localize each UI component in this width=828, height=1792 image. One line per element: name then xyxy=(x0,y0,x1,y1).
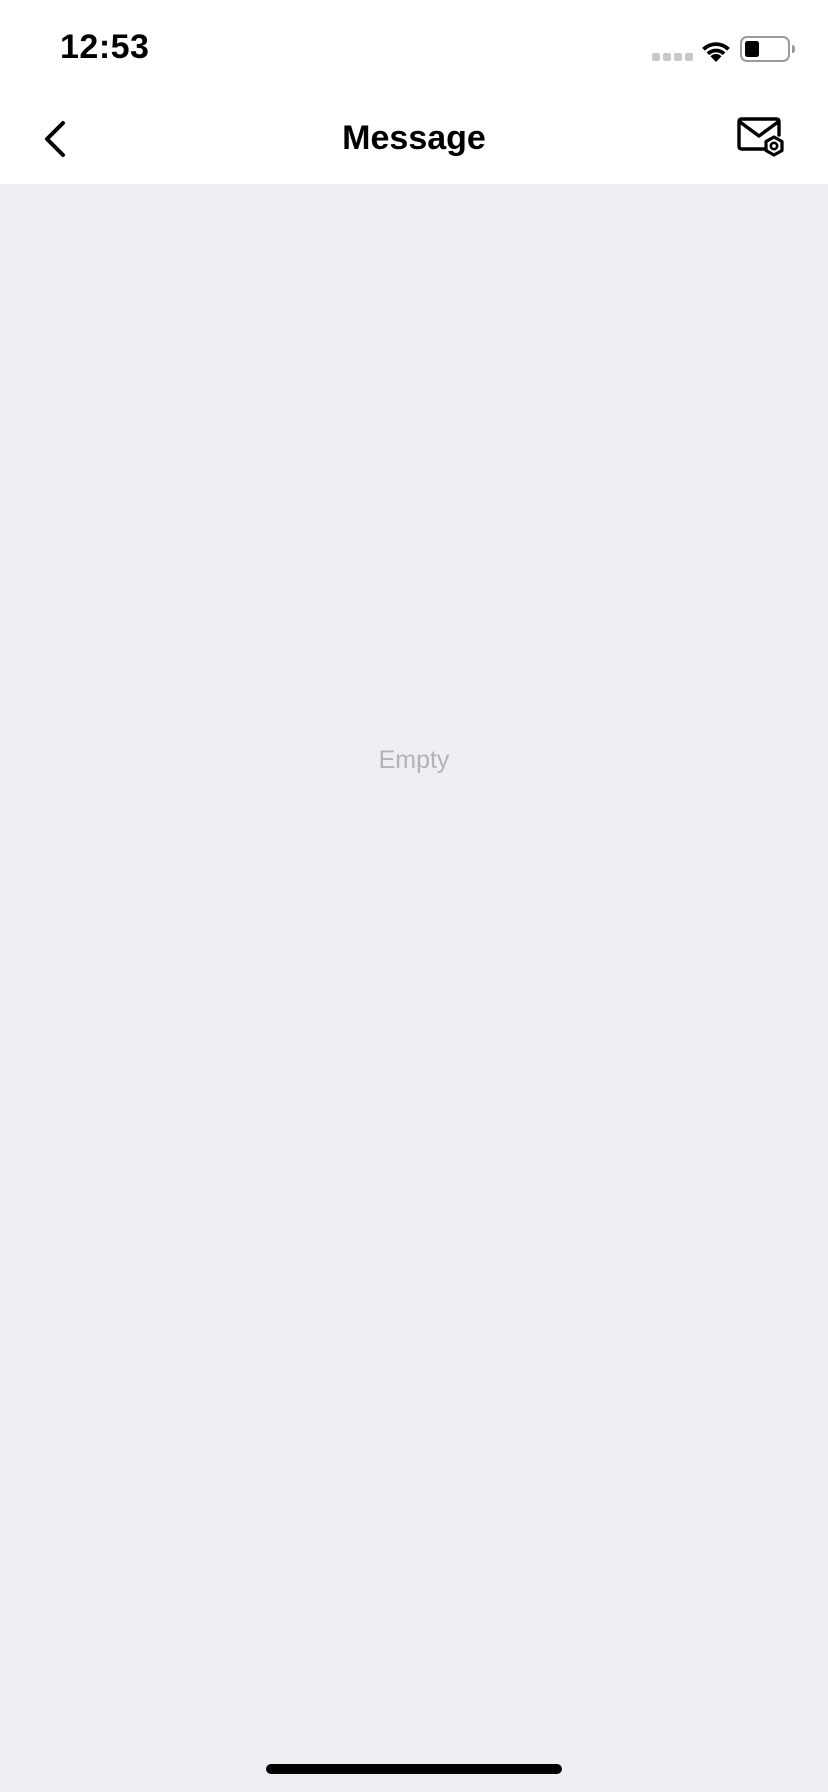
status-time: 12:53 xyxy=(60,28,150,66)
navigation-bar: Message xyxy=(0,95,828,184)
battery-icon xyxy=(740,36,795,62)
signal-icon xyxy=(652,53,693,61)
empty-state-label: Empty xyxy=(378,746,450,774)
mail-settings-button[interactable] xyxy=(728,107,794,167)
message-list-area: Empty xyxy=(0,184,828,1792)
wifi-icon xyxy=(702,42,730,62)
page-title: Message xyxy=(342,119,486,157)
home-indicator[interactable] xyxy=(266,1764,562,1774)
status-bar: 12:53 xyxy=(0,0,828,95)
mail-settings-icon xyxy=(737,117,784,157)
